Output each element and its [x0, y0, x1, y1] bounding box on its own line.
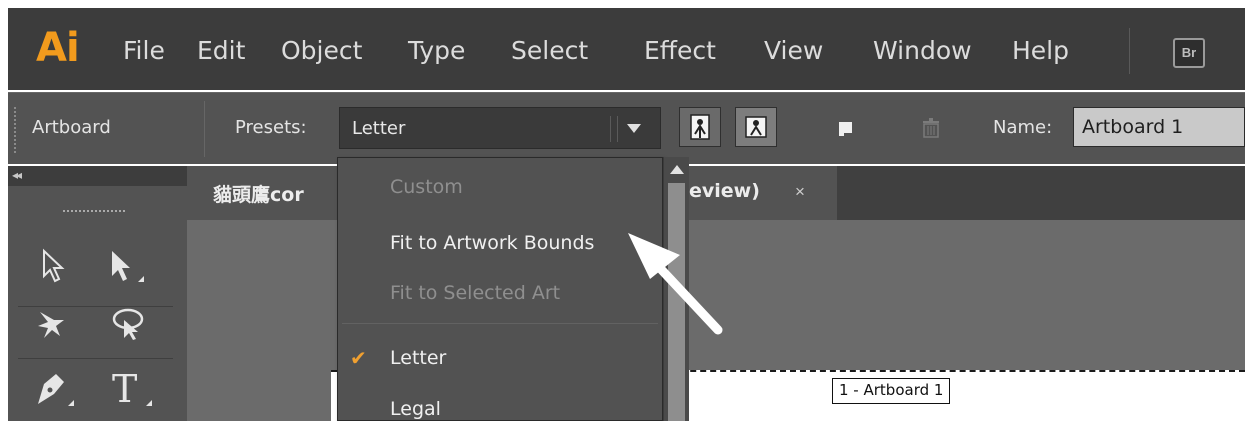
presets-select[interactable]: Letter — [339, 107, 661, 149]
menu-view[interactable]: View — [764, 36, 823, 66]
bridge-button[interactable]: Br — [1173, 38, 1205, 68]
artboard-label: 1 - Artboard 1 — [832, 378, 951, 404]
menu-select[interactable]: Select — [511, 36, 588, 66]
control-separator — [204, 101, 205, 157]
document-tab-title: 貓頭鷹cor — [213, 184, 304, 206]
new-artboard-icon[interactable] — [836, 119, 856, 139]
tools-separator — [18, 358, 173, 359]
selection-tool-icon[interactable] — [40, 248, 70, 284]
mode-label: Artboard — [32, 117, 111, 138]
document-tab-title-end: eview) — [689, 180, 760, 202]
close-icon[interactable]: × — [795, 182, 805, 202]
select-divider — [610, 116, 618, 142]
menu-window[interactable]: Window — [873, 36, 972, 66]
menu-bar: Ai File Edit Object Type Select Effect V… — [8, 8, 1245, 90]
preset-option-letter[interactable]: Letter — [390, 347, 446, 369]
presets-value: Letter — [352, 118, 406, 139]
artboard-name-input[interactable] — [1074, 108, 1244, 146]
menu-object[interactable]: Object — [281, 36, 362, 66]
preset-option-legal[interactable]: Legal — [390, 398, 441, 420]
lasso-tool-icon[interactable] — [108, 306, 148, 342]
collapse-panel-icon[interactable]: ◂◂ — [12, 168, 22, 182]
tools-panel-header: ◂◂ — [8, 166, 187, 186]
artboard-name-field[interactable] — [1073, 107, 1245, 147]
menu-type[interactable]: Type — [408, 36, 465, 66]
presets-label: Presets: — [235, 117, 307, 138]
portrait-orientation-button[interactable] — [679, 107, 721, 147]
type-tool-icon[interactable]: T — [108, 364, 152, 410]
pen-tool-icon[interactable] — [30, 366, 74, 410]
landscape-orientation-button[interactable] — [735, 107, 777, 147]
preset-option-fit-to-artwork-bounds[interactable]: Fit to Artwork Bounds — [390, 232, 594, 254]
preset-option-fit-to-selected-art[interactable]: Fit to Selected Art — [390, 282, 560, 304]
landscape-icon — [745, 116, 767, 138]
control-bar-grip[interactable] — [14, 107, 18, 153]
control-bar: Artboard Presets: Letter Name: — [8, 92, 1245, 164]
magic-wand-tool-icon[interactable] — [30, 306, 70, 342]
chevron-down-icon[interactable] — [627, 124, 641, 133]
menu-help[interactable]: Help — [1012, 36, 1069, 66]
svg-text:T: T — [112, 367, 137, 410]
trash-icon[interactable] — [920, 117, 942, 139]
tools-panel: ◂◂ T — [8, 166, 187, 421]
name-label: Name: — [993, 117, 1053, 138]
menu-file[interactable]: File — [123, 36, 165, 66]
menu-effect[interactable]: Effect — [644, 36, 716, 66]
app-logo: Ai — [36, 25, 80, 71]
menu-edit[interactable]: Edit — [197, 36, 245, 66]
scroll-up-arrow-icon[interactable] — [670, 165, 684, 174]
tools-grip[interactable] — [63, 210, 125, 214]
checkmark-icon: ✔ — [350, 348, 367, 370]
preset-option-custom[interactable]: Custom — [390, 176, 463, 198]
portrait-icon — [690, 114, 710, 140]
direct-selection-tool-icon[interactable] — [108, 248, 148, 286]
annotation-arrow-icon — [628, 233, 723, 335]
menu-separator — [1129, 28, 1130, 74]
